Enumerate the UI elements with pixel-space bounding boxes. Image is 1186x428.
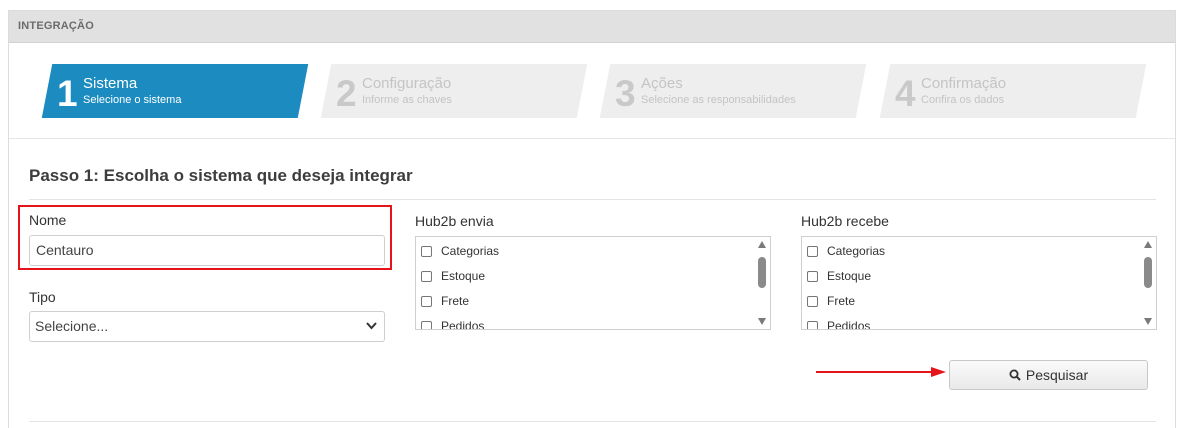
step-heading: Passo 1: Escolha o sistema que deseja in… — [29, 166, 413, 185]
step-title: Configuração — [362, 75, 452, 92]
tipo-selected-value: Selecione... — [35, 318, 109, 334]
wizard-steps: 1 Sistema Selecione o sistema 2 Configur… — [9, 43, 1175, 139]
scrollbar[interactable] — [1141, 237, 1156, 329]
hub2b-envia-label: Hub2b envia — [415, 213, 494, 229]
panel-title: INTEGRAÇÃO — [9, 11, 1175, 43]
nome-label: Nome — [29, 212, 67, 228]
step-subtitle: Confira os dados — [921, 94, 1005, 106]
red-arrow-annotation — [816, 367, 946, 377]
divider — [29, 199, 1156, 200]
hub2b-recebe-label: Hub2b recebe — [801, 213, 889, 229]
chevron-down-icon — [366, 312, 377, 353]
scroll-thumb[interactable] — [1144, 257, 1152, 288]
step-number: 4 — [895, 73, 916, 114]
checkbox[interactable] — [421, 271, 432, 282]
step-number: 3 — [615, 73, 636, 114]
step-title: Confirmação — [921, 75, 1007, 92]
step-confirmacao[interactable]: 4 Confirmação Confira os dados — [879, 64, 1147, 118]
checkbox[interactable] — [421, 246, 432, 257]
step-subtitle: Selecione o sistema — [83, 94, 182, 106]
scrollbar[interactable] — [755, 237, 770, 329]
scroll-down-icon[interactable] — [1144, 318, 1152, 325]
checkbox[interactable] — [807, 296, 818, 307]
tipo-select[interactable]: Selecione... — [29, 311, 385, 342]
search-button-label: Pesquisar — [1025, 367, 1089, 383]
step-subtitle: Informe as chaves — [362, 94, 452, 106]
checkbox[interactable] — [807, 246, 818, 257]
checkbox[interactable] — [421, 321, 432, 329]
hub2b-envia-list[interactable]: Categorias Estoque Frete Pedidos — [415, 236, 771, 330]
step-title: Sistema — [83, 75, 138, 92]
checkbox[interactable] — [421, 296, 432, 307]
step-number: 2 — [336, 73, 357, 114]
scroll-down-icon[interactable] — [758, 318, 766, 325]
search-icon — [1009, 367, 1026, 383]
step-subtitle: Selecione as responsabilidades — [641, 94, 796, 106]
scroll-thumb[interactable] — [758, 257, 766, 288]
checkbox[interactable] — [807, 271, 818, 282]
step-sistema[interactable]: 1 Sistema Selecione o sistema — [41, 64, 309, 118]
hub2b-recebe-list[interactable]: Categorias Estoque Frete Pedidos — [801, 236, 1157, 330]
nome-input[interactable]: Centauro — [29, 235, 385, 266]
scroll-up-icon[interactable] — [1144, 241, 1152, 248]
step-number: 1 — [57, 73, 78, 114]
step-title: Ações — [641, 75, 683, 92]
scroll-up-icon[interactable] — [758, 241, 766, 248]
tipo-label: Tipo — [29, 289, 56, 305]
search-button[interactable]: Pesquisar — [949, 360, 1148, 390]
step-configuracao[interactable]: 2 Configuração Informe as chaves — [320, 64, 588, 118]
divider — [29, 421, 1156, 422]
checkbox[interactable] — [807, 321, 818, 329]
step-acoes[interactable]: 3 Ações Selecione as responsabilidades — [599, 64, 867, 118]
